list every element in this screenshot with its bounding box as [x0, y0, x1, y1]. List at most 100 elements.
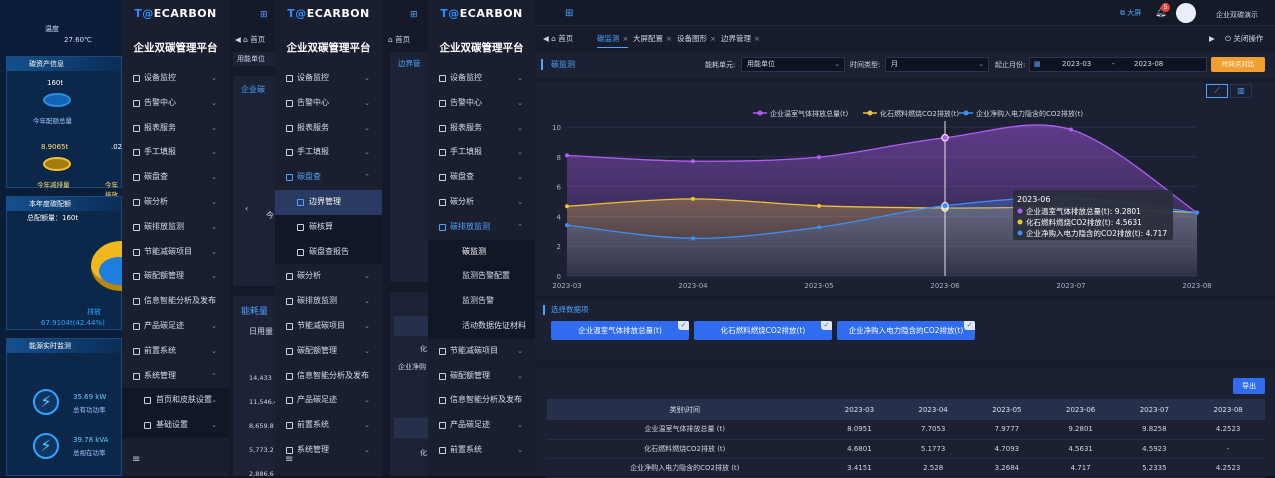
unit-select[interactable]: 用能单位 ⌄: [741, 57, 845, 72]
y-tick-label: 8: [557, 154, 561, 162]
table-cell: 企业净购入电力隐含的CO2排放 (t): [547, 458, 823, 478]
sidebar-item[interactable]: 产品碳足迹 ⌄: [428, 413, 535, 438]
month-range-picker[interactable]: ▦ 2023-03 - 2023-08: [1029, 57, 1207, 72]
avatar[interactable]: [1176, 3, 1196, 23]
sidebar-item[interactable]: 系统管理 ⌃: [122, 364, 229, 389]
sidebar-item[interactable]: 前置系统 ⌄: [275, 413, 382, 438]
hamburger-icon[interactable]: ≡: [132, 454, 140, 465]
sidebar-item[interactable]: 碳配额管理 ⌄: [275, 339, 382, 364]
sidebar-item[interactable]: 手工填报 ⌄: [275, 140, 382, 165]
column-header: 2023-04: [896, 399, 971, 420]
menu-icon: [439, 446, 446, 454]
sidebar-item[interactable]: 碳分析 ⌄: [275, 264, 382, 289]
table-cell: 8.0951: [822, 420, 897, 440]
sidebar-item[interactable]: 产品碳足迹 ⌄: [122, 314, 229, 339]
sidebar-item[interactable]: 碳分析 ⌄: [428, 190, 535, 215]
chevron-icon: ⌄: [211, 346, 217, 355]
sidebar-item[interactable]: 手工填报 ⌄: [428, 140, 535, 165]
username[interactable]: 企业双碳演示: [1216, 10, 1258, 20]
section-title: 企业碳: [241, 85, 265, 94]
sidebar-item[interactable]: 产品碳足迹 ⌄: [275, 388, 382, 413]
sidebar-item[interactable]: 碳排放监测 ⌄: [275, 289, 382, 314]
sidebar-item[interactable]: 碳配额管理 ⌄: [122, 264, 229, 289]
sidebar-subitem[interactable]: 碳核算: [275, 214, 382, 240]
tab-carbon-monitor[interactable]: 碳监测 ×: [597, 30, 629, 48]
table-cell: 4.2523: [1191, 458, 1265, 478]
sidebar-item[interactable]: 节能减碳项目 ⌄: [275, 314, 382, 339]
tab-boundary[interactable]: 边界管理 ×: [721, 30, 760, 48]
tab-device-graphics[interactable]: 设备图形 ×: [677, 30, 716, 48]
sidebar-item[interactable]: 前置系统 ⌄: [122, 339, 229, 364]
table-cell: 企业温室气体排放总量 (t): [547, 420, 823, 440]
fullscreen-icon[interactable]: ⊞: [410, 10, 418, 20]
table-row: 化石燃料燃烧CO2排放 (t) 4.6801 5.1773 4.7093 4.5631 4…: [547, 439, 1265, 459]
sidebar-item[interactable]: 告警中心 ⌄: [428, 91, 535, 116]
sidebar-item[interactable]: 碳排放监测 ⌄: [122, 215, 229, 240]
tab-home[interactable]: ◀ ⌂ 首页: [235, 34, 265, 45]
sidebar-item[interactable]: 设备监控 ⌄: [428, 66, 535, 91]
sidebar-subitem[interactable]: 监测告警配置: [428, 264, 535, 290]
year-quota-panel: 本年度碳配额 总配额量：160t 排放 67.9104t(42.44%): [6, 196, 122, 330]
fullscreen-icon[interactable]: ⊞: [565, 8, 573, 19]
sidebar-item[interactable]: 碳排放监测 ⌃: [428, 215, 535, 240]
sidebar-item[interactable]: 告警中心 ⌄: [275, 91, 382, 116]
quota-label: 今年配额总量: [33, 117, 72, 125]
emission-chart: 0 2 4 6 8 10 2023-03 2023-04 2023-05 2023-06 2023-…: [552, 109, 1212, 290]
sidebar-item[interactable]: 节能减碳项目 ⌄: [428, 339, 535, 364]
sidebar-item[interactable]: 碳盘查 ⌃: [275, 165, 382, 190]
tab-home[interactable]: ⌂ 首页: [388, 34, 410, 45]
chevron-left-icon[interactable]: ‹: [245, 204, 248, 213]
menu-icon: [133, 223, 140, 231]
legend-label: 化石燃料燃烧CO2排放(t): [880, 109, 959, 118]
sidebar-subitem[interactable]: 活动数据佐证材料: [428, 313, 535, 339]
sidebar-item[interactable]: 前置系统 ⌄: [428, 438, 535, 463]
series-toggle-electricity[interactable]: 企业净购入电力隐含的CO2排放(t) ✓: [837, 321, 975, 340]
background-dashboard: 温度 27.60℃ 碳资产信息 160t 今年配额总量 8.9065t 今年减排…: [0, 0, 122, 476]
sidebar-item[interactable]: 手工填报 ⌄: [122, 140, 229, 165]
series-toggle-fossil[interactable]: 化石燃料燃烧CO2排放(t) ✓: [694, 321, 832, 340]
sidebar-item[interactable]: 设备监控 ⌄: [275, 66, 382, 91]
sidebar-subitem[interactable]: 监测告警: [428, 289, 535, 314]
unit-select[interactable]: 用能单位: [233, 52, 275, 66]
x-tick-label: 2023-05: [804, 282, 833, 290]
sidebar-item[interactable]: 报表服务 ⌄: [122, 116, 229, 141]
sidebar-item[interactable]: 碳配额管理 ⌄: [428, 364, 535, 389]
sidebar-item[interactable]: 信息智能分析及发布 ⌄: [275, 364, 382, 389]
menu-icon: [439, 198, 446, 206]
sidebar-item[interactable]: 碳盘查 ⌄: [428, 165, 535, 190]
sidebar-subitem[interactable]: 碳盘查报告: [275, 239, 382, 265]
sidebar-subitem[interactable]: 边界管理: [275, 189, 382, 215]
series-toggle-total[interactable]: 企业温室气体排放总量(t) ✓: [551, 321, 689, 340]
menu-icon: [286, 124, 293, 132]
legend-label: 企业温室气体排放总量(t): [770, 109, 848, 118]
chevron-icon: ⌄: [211, 421, 217, 430]
time-type-select[interactable]: 月 ⌄: [885, 57, 989, 72]
sidebar-subitem[interactable]: 首页和皮肤设置 ⌄: [122, 388, 229, 414]
menu-icon: [133, 99, 140, 107]
sidebar-item[interactable]: 节能减碳项目 ⌄: [122, 240, 229, 265]
fullscreen-icon[interactable]: ⊞: [260, 10, 268, 20]
tab-next-arrow[interactable]: ▶: [1209, 30, 1215, 48]
chevron-icon: ⌄: [364, 346, 370, 355]
sidebar-subitem[interactable]: 基础设置 ⌄: [122, 413, 229, 438]
sidebar-item[interactable]: 信息智能分析及发布 ⌄: [428, 388, 535, 413]
sidebar-item[interactable]: 设备监控 ⌄: [122, 66, 229, 91]
hamburger-icon[interactable]: ≡: [285, 454, 293, 465]
sidebar-subitem[interactable]: 碳监测: [428, 239, 535, 265]
data-point: [817, 225, 821, 230]
tab-bigscreen-config[interactable]: 大屏配置 ×: [633, 30, 672, 48]
export-button[interactable]: 导出: [1233, 378, 1265, 394]
carbon-card: 企业碳 ‹ 今: [233, 76, 275, 286]
big-screen-link[interactable]: ⧉ 大屏: [1120, 8, 1141, 18]
tab-home[interactable]: ◀ ⌂ 首页: [543, 30, 573, 48]
time-compare-button[interactable]: 时间点对比: [1211, 57, 1265, 72]
sidebar-item[interactable]: 碳分析 ⌄: [122, 190, 229, 215]
table-cell: 5.2335: [1117, 458, 1192, 478]
sidebar-item[interactable]: 信息智能分析及发布 ⌄: [122, 289, 229, 314]
chevron-icon: ⌄: [364, 297, 370, 306]
sidebar-item[interactable]: 报表服务 ⌄: [275, 116, 382, 141]
sidebar-item[interactable]: 碳盘查 ⌄: [122, 165, 229, 190]
close-ops[interactable]: ⏻ 关闭操作: [1225, 30, 1263, 48]
sidebar-item[interactable]: 报表服务 ⌄: [428, 116, 535, 141]
sidebar-item[interactable]: 告警中心 ⌄: [122, 91, 229, 116]
